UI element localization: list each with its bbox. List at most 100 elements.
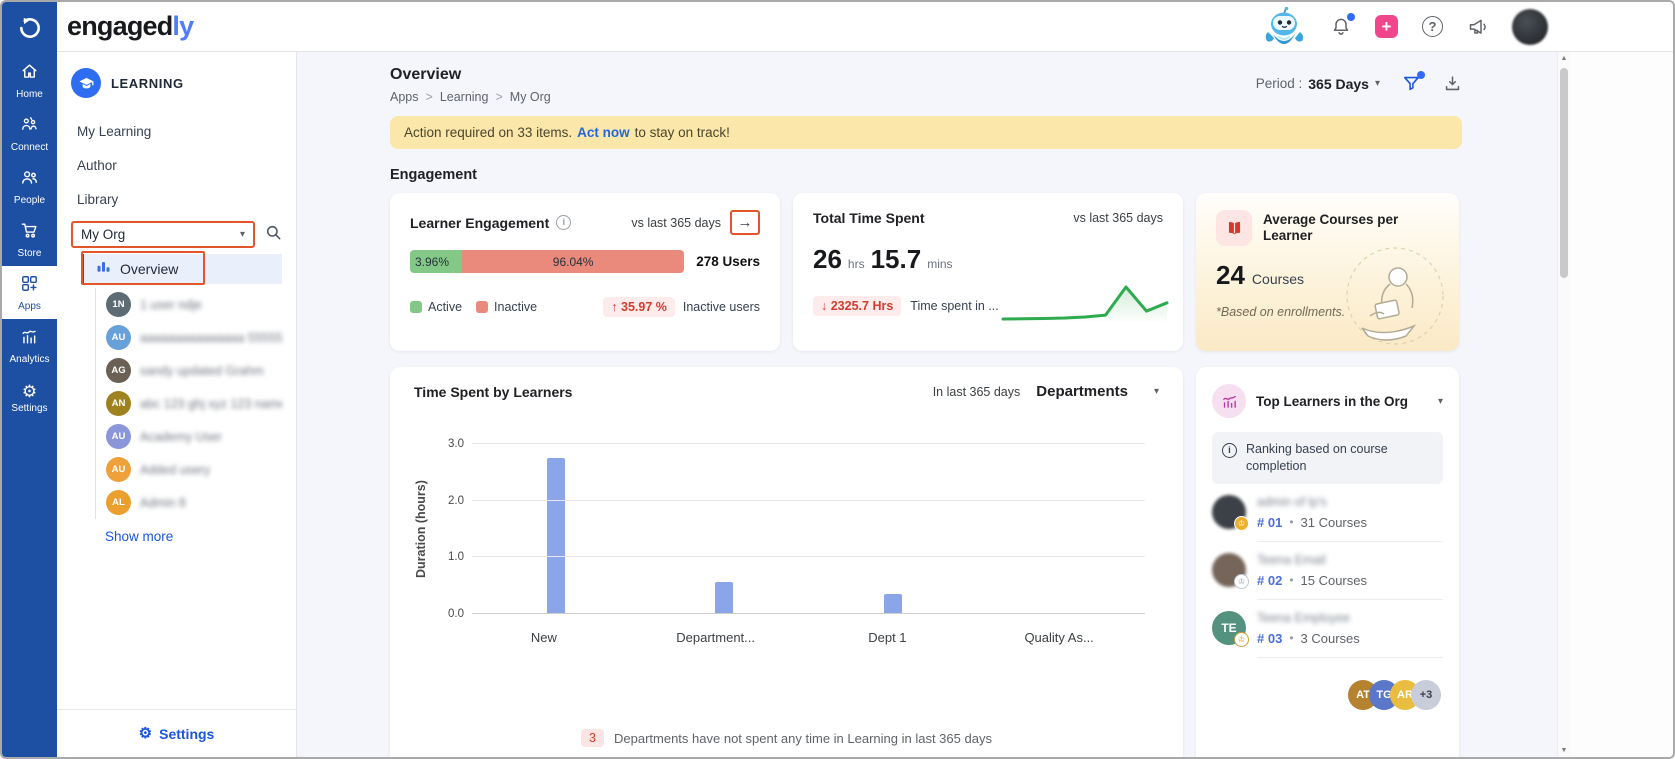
topbar: engagedly + ? — [57, 2, 1673, 52]
overview-label: Overview — [120, 261, 179, 277]
avatar: AU — [106, 457, 131, 482]
minutes-value: 15.7 — [870, 244, 922, 274]
learner-rank[interactable]: # 02 — [1257, 573, 1282, 588]
sidebar-item-store[interactable]: Store — [2, 213, 57, 266]
search-icon[interactable] — [265, 224, 282, 246]
learner-row[interactable]: TE ♔ Teena Employee # 03 • 3 Courses — [1212, 600, 1443, 658]
show-more-link[interactable]: Show more — [105, 529, 282, 544]
open-detail-arrow-button[interactable]: → — [730, 210, 760, 235]
time-trend-sparkline — [1001, 285, 1169, 323]
chevron-down-icon: ▾ — [239, 229, 245, 240]
learning-settings-button[interactable]: ⚙ Settings — [57, 709, 296, 757]
active-segment[interactable]: 3.96% — [410, 250, 463, 273]
scroll-up-arrow[interactable]: ▲ — [1558, 55, 1570, 62]
chevron-down-icon: ▾ — [1374, 78, 1380, 89]
learning-header: LEARNING — [71, 68, 282, 98]
list-item[interactable]: AU aaaaaaaaaaaaaaa 555555555... — [106, 321, 282, 354]
nav-author[interactable]: Author — [71, 150, 282, 181]
breadcrumb-apps[interactable]: Apps — [390, 90, 419, 104]
avatar: AU — [106, 424, 131, 449]
minutes-unit: mins — [927, 257, 953, 271]
sidebar-item-analytics[interactable]: Analytics — [2, 319, 57, 372]
bar-slot — [977, 444, 1145, 614]
assistant-mascot-icon[interactable] — [1263, 6, 1307, 48]
compare-label: vs last 365 days — [631, 215, 721, 230]
chevron-down-icon[interactable]: ▾ — [1438, 396, 1443, 407]
help-icon[interactable]: ? — [1422, 16, 1443, 37]
connect-icon — [20, 115, 39, 139]
org-dropdown[interactable]: My Org ▾ — [71, 221, 255, 248]
action-required-banner: Action required on 33 items. Act now to … — [390, 116, 1462, 149]
breadcrumb-learning[interactable]: Learning — [440, 90, 489, 104]
notification-dot — [1347, 13, 1355, 21]
alert-text: to stay on track! — [634, 125, 730, 140]
dot-separator: • — [1289, 573, 1294, 588]
nav-my-learning[interactable]: My Learning — [71, 116, 282, 147]
bar-chart: Duration (hours) 0.0 1.0 2.0 3.0 — [414, 438, 1159, 620]
list-item[interactable]: AN abc 123 ghj xyz 123 name — [106, 387, 282, 420]
group-by-dropdown[interactable]: Departments ▾ — [1036, 383, 1159, 400]
list-item[interactable]: AU Academy User — [106, 420, 282, 453]
y-tick-label: 0.0 — [448, 608, 464, 620]
learner-row[interactable]: ♔ admin of lp's # 01 • 31 Courses — [1212, 484, 1443, 542]
list-item[interactable]: AG sandy updated Grahm — [106, 354, 282, 387]
learner-courses: 15 Courses — [1300, 572, 1367, 588]
compare-label: vs last 365 days — [1073, 211, 1163, 225]
list-item[interactable]: AU Added usery — [106, 453, 282, 486]
gear-icon: ⚙ — [138, 725, 153, 742]
period-selector[interactable]: Period : 365 Days ▾ — [1256, 76, 1380, 92]
info-icon[interactable]: i — [556, 215, 572, 230]
sidebar-item-connect[interactable]: Connect — [2, 107, 57, 160]
vertical-scrollbar[interactable]: ▲ ▼ — [1557, 52, 1570, 757]
avatar: 1N — [106, 292, 131, 317]
engagedly-mark-icon[interactable] — [2, 2, 57, 54]
user-name-blurred: Added usery — [140, 462, 211, 477]
bar-slot — [809, 444, 977, 614]
learning-sidebar: LEARNING My Learning Author Library My O… — [57, 52, 297, 757]
list-item[interactable]: 1N 1 user ndje — [106, 288, 282, 321]
user-avatar[interactable] — [1512, 8, 1548, 45]
nav-overview-selected[interactable]: Overview — [81, 251, 282, 285]
learner-rank[interactable]: # 03 — [1257, 631, 1282, 646]
x-tick-label: Quality As... — [1024, 630, 1094, 645]
announcements-megaphone-icon[interactable] — [1467, 16, 1488, 37]
group-by-value: Departments — [1036, 383, 1128, 400]
engagedly-logo[interactable]: engagedly — [67, 11, 194, 42]
nav-library[interactable]: Library — [71, 184, 282, 215]
sidebar-item-people[interactable]: People — [2, 160, 57, 213]
avg-courses-value: 24 — [1216, 260, 1245, 290]
user-name-blurred: abc 123 ghj xyz 123 name — [140, 396, 282, 411]
filter-icon[interactable] — [1402, 71, 1425, 93]
notifications-bell-icon[interactable] — [1331, 13, 1355, 37]
people-icon — [20, 168, 39, 192]
sidebar-item-settings[interactable]: ⚙ Settings — [2, 372, 57, 425]
scroll-down-arrow[interactable]: ▼ — [1558, 747, 1570, 754]
learner-name-blurred: Teena Employee — [1257, 610, 1351, 625]
bar-New[interactable] — [547, 458, 566, 614]
download-icon[interactable] — [1443, 74, 1462, 93]
average-courses-card: Average Courses per Learner 24 Courses *… — [1196, 193, 1459, 351]
sidebar-item-apps[interactable]: Apps — [2, 266, 57, 319]
act-now-link[interactable]: Act now — [577, 125, 630, 140]
learner-rank[interactable]: # 01 — [1257, 515, 1282, 530]
avatar: AU — [106, 325, 131, 350]
bar-Department...[interactable] — [715, 581, 734, 614]
bar-slot — [472, 444, 640, 614]
learner-row[interactable]: ♔ Teena Email # 02 • 15 Courses — [1212, 542, 1443, 600]
cart-icon — [20, 221, 39, 245]
bar-Dept 1[interactable] — [883, 593, 902, 614]
quick-add-button[interactable]: + — [1375, 15, 1398, 38]
list-item[interactable]: AL Admin 8 — [106, 486, 282, 519]
breadcrumb-my-org[interactable]: My Org — [510, 90, 551, 104]
bar-slot — [640, 444, 808, 614]
x-tick-label: Dept 1 — [868, 630, 907, 645]
learner-illustration — [1346, 247, 1444, 345]
sidebar-item-home[interactable]: Home — [2, 54, 57, 107]
more-learners-avatar-stack[interactable]: AT TG AR +3 — [1212, 679, 1443, 710]
chart-footnote: 3 Departments have not spent any time in… — [414, 729, 1159, 747]
time-delta-pill: ↓ 2325.7 Hrs — [813, 296, 902, 316]
inactive-segment[interactable]: 96.04% — [462, 250, 685, 273]
scrollbar-thumb[interactable] — [1560, 68, 1568, 278]
ranking-note: i Ranking based on course completion — [1212, 432, 1443, 484]
page-title: Overview — [390, 66, 462, 83]
